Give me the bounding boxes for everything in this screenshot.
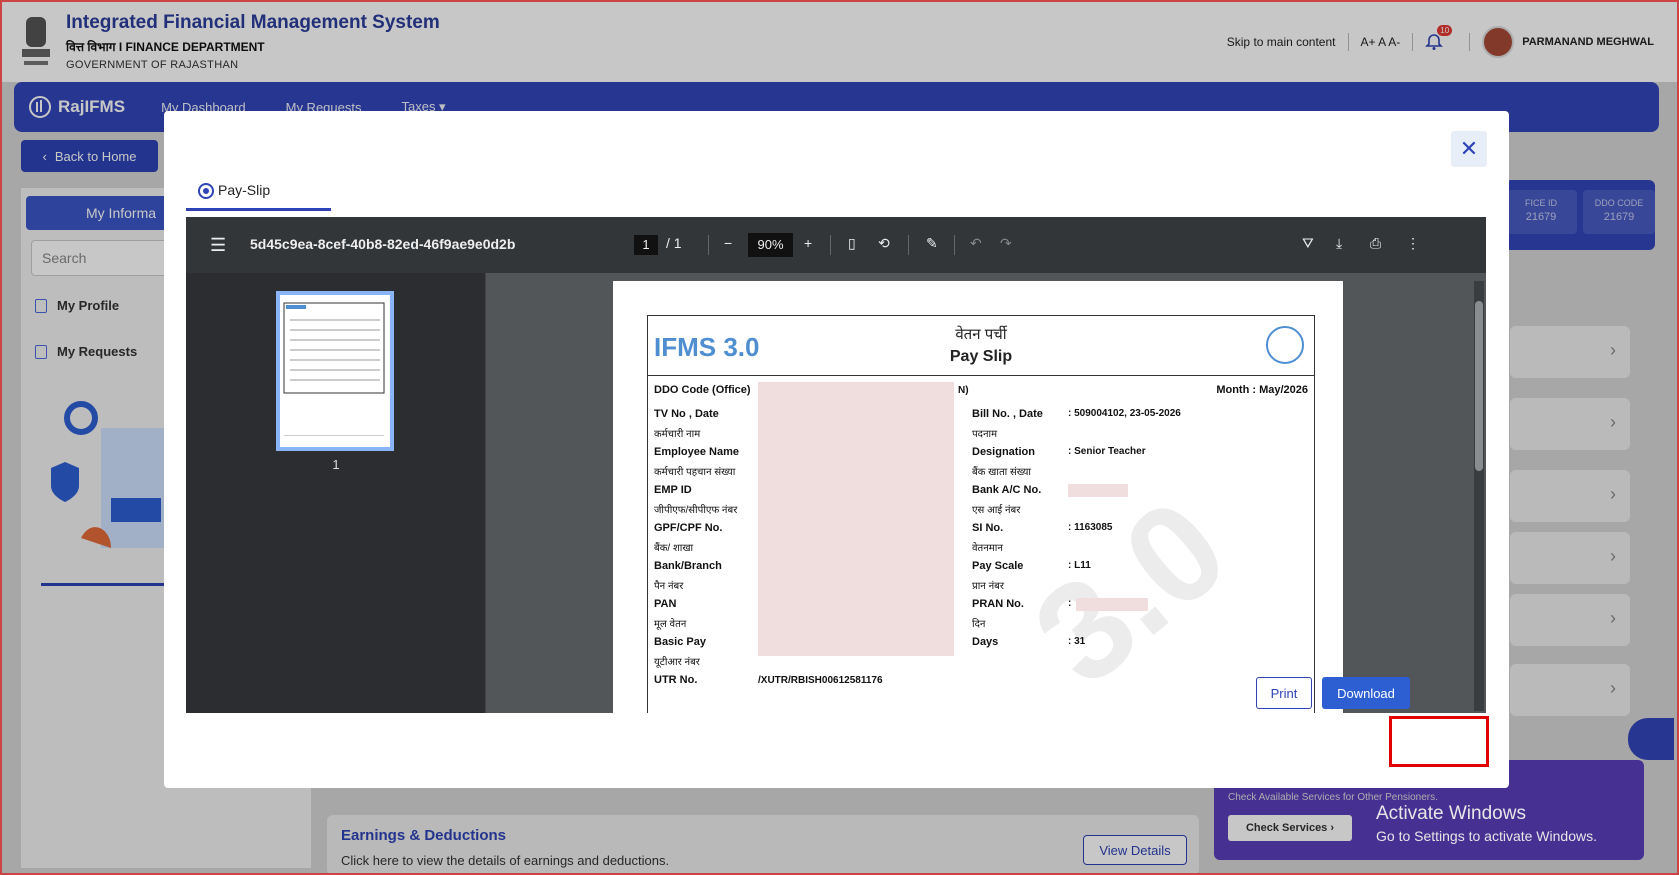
slip-right-label: Days (972, 636, 999, 648)
pay-slip-document: IFMS 3.0 वेतन पर्ची Pay Slip DDO Code (O… (647, 315, 1315, 713)
slip-right-label: SI No. (972, 522, 1004, 534)
slip-left-label: TV No , Date (654, 408, 719, 420)
tab-pay-slip[interactable]: Pay-Slip (186, 171, 331, 211)
slip-right-hindi: प्रान नंबर (972, 581, 1004, 592)
slip-right-value: : 1163085 (1068, 522, 1113, 533)
slip-header: IFMS 3.0 वेतन पर्ची Pay Slip (648, 316, 1314, 376)
slip-right-value: : (1068, 598, 1072, 609)
slip-title-hindi: वेतन पर्ची (955, 326, 1007, 343)
slip-right-label: Bank A/C No. (972, 484, 1042, 496)
ifms-emblem-icon (1266, 326, 1304, 364)
page-count: / 1 (666, 235, 682, 251)
ddo-code-label: DDO Code (Office) (654, 384, 751, 396)
download-icon[interactable]: ⤓ (1336, 235, 1342, 252)
slip-right-hindi: दिन (972, 619, 986, 630)
slip-right-label: PRAN No. (972, 598, 1024, 610)
month-label: Month : May/2026 (1216, 384, 1308, 396)
close-button[interactable]: ✕ (1451, 131, 1487, 167)
scrollbar-thumb[interactable] (1475, 301, 1483, 471)
pdf-viewer: ☰ 5d45c9ea-8cef-40b8-82ed-46f9ae9e0d2b 1… (186, 217, 1486, 713)
windows-activation-title: Activate Windows (1376, 803, 1526, 824)
slip-right-hindi: बैंक खाता संख्या (972, 467, 1032, 478)
redo-icon[interactable]: ↷ (1000, 235, 1012, 252)
slip-left-hindi: यूटीआर नंबर (654, 657, 700, 668)
slip-right-label: Pay Scale (972, 560, 1024, 572)
payslip-modal: ✕ Pay-Slip ☰ 5d45c9ea-8cef-40b8-82ed-46f… (164, 111, 1509, 788)
redacted-pran (1076, 598, 1148, 611)
slip-left-hindi: पैन नंबर (654, 581, 684, 592)
slip-right-hindi: पदनाम (972, 429, 998, 440)
slip-left-hindi: कर्मचारी पहचान संख्या (654, 467, 736, 478)
zoom-in-icon[interactable]: + (804, 235, 812, 251)
pdf-scrollbar[interactable] (1474, 281, 1484, 711)
slip-left-label: Employee Name (654, 446, 739, 458)
pdf-toolbar: ☰ 5d45c9ea-8cef-40b8-82ed-46f9ae9e0d2b 1… (186, 217, 1486, 273)
page-number-input[interactable]: 1 (634, 235, 658, 255)
slip-left-label: GPF/CPF No. (654, 522, 723, 534)
rotate-icon[interactable]: ⟲ (878, 235, 890, 252)
windows-activation-text: Go to Settings to activate Windows. (1376, 828, 1597, 844)
slip-left-label: EMP ID (654, 484, 692, 496)
annotate-icon[interactable]: ✎ (926, 235, 938, 252)
slip-left-hindi: मूल वेतन (654, 619, 687, 630)
utr-value: /XUTR/RBISH00612581176 (758, 675, 883, 686)
zoom-level-input[interactable]: 90% (748, 233, 793, 257)
thumbnail-pane: 1 (186, 273, 486, 713)
zoom-out-icon[interactable]: − (724, 235, 732, 251)
slip-right-value: : 509004102, 23-05-2026 (1068, 408, 1181, 419)
slip-left-hindi: कर्मचारी नाम (654, 429, 701, 440)
slip-left-label: PAN (654, 598, 677, 610)
more-options-icon[interactable]: ⋮ (1406, 235, 1420, 252)
thumbnail-preview-icon (283, 302, 385, 436)
menu-icon[interactable]: ☰ (210, 235, 226, 256)
ddo-code-suffix: N) (958, 385, 969, 396)
slip-left-label: Bank/Branch (654, 560, 722, 572)
slip-right-hindi: वेतनमान (972, 543, 1003, 554)
slip-right-label: Designation (972, 446, 1035, 458)
print-button[interactable]: Print (1256, 677, 1312, 709)
slip-right-hindi: एस आई नंबर (972, 505, 1021, 516)
slip-left-label: Basic Pay (654, 636, 706, 648)
slip-left-hindi: जीपीएफ/सीपीएफ नंबर (654, 505, 738, 516)
thumbnail-page-number: 1 (332, 457, 340, 472)
close-icon: ✕ (1459, 136, 1479, 161)
pdf-page: 3.0 IFMS 3.0 वेतन पर्ची Pay Slip DDO Cod… (613, 281, 1343, 713)
slip-left-hindi: बैंक/ शाखा (654, 543, 694, 554)
pdf-filename: 5d45c9ea-8cef-40b8-82ed-46f9ae9e0d2b (250, 236, 516, 252)
slip-right-value: : L11 (1068, 560, 1091, 571)
print-icon[interactable]: ⎙ (1370, 235, 1381, 252)
slip-right-value: : 31 (1068, 636, 1086, 647)
undo-icon[interactable]: ↶ (970, 235, 982, 252)
save-to-drive-icon[interactable]: ⛛ (1302, 235, 1314, 252)
redacted-account (1068, 484, 1128, 497)
download-button[interactable]: Download (1322, 677, 1410, 709)
download-highlight-box (1389, 716, 1489, 767)
radio-selected-icon[interactable] (198, 183, 214, 199)
redacted-block (758, 382, 954, 656)
page-thumbnail[interactable] (276, 291, 394, 451)
slip-title: Pay Slip (949, 348, 1013, 365)
slip-right-value: : Senior Teacher (1068, 446, 1146, 457)
fit-page-icon[interactable]: ▯ (848, 235, 856, 252)
slip-right-label: Bill No. , Date (972, 408, 1043, 420)
slip-left-label: UTR No. (654, 674, 698, 686)
